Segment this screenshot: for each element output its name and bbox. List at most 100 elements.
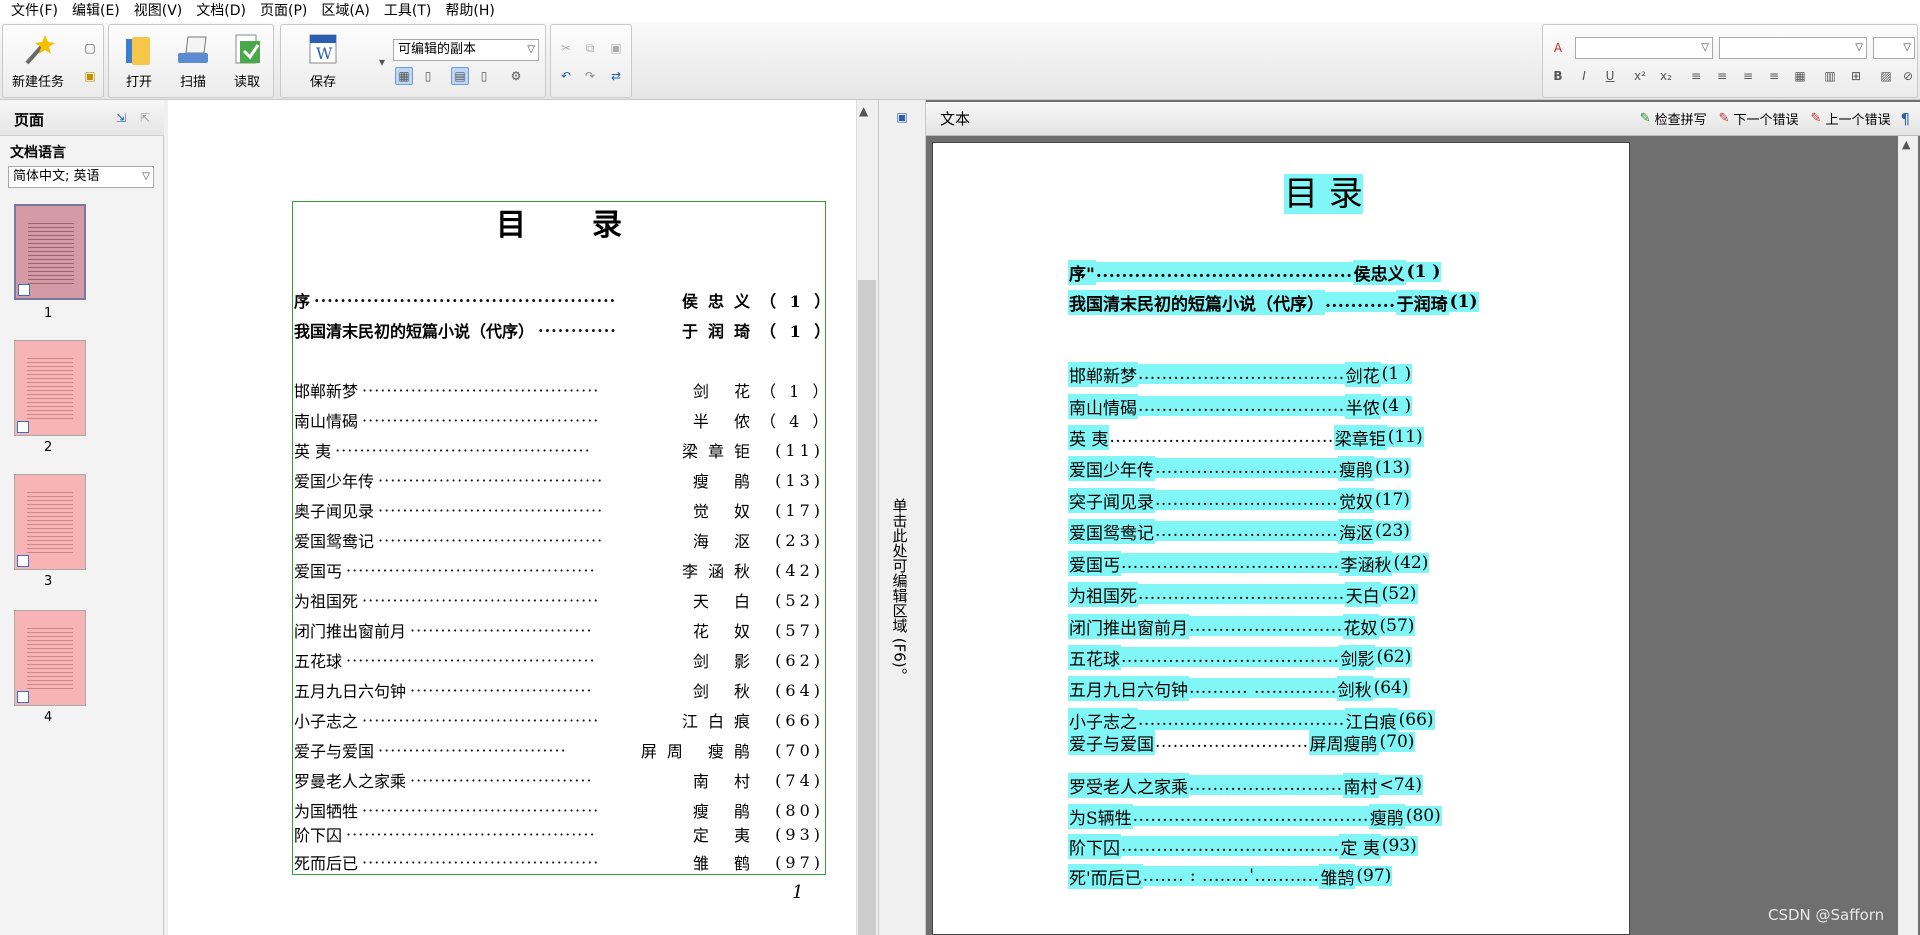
spellcheck-button[interactable]: 检查拼写 (1655, 109, 1707, 128)
style-select[interactable]: ▽ (1575, 37, 1713, 59)
text-toc-title: 突子闻见录 (1068, 487, 1155, 513)
underline-icon[interactable]: U (1601, 67, 1619, 85)
text-toc-row[interactable]: 爱国鸳鸯记............................... 海沤 (2… (1068, 518, 1411, 544)
paste-icon[interactable]: ▣ (607, 39, 625, 57)
menu-file[interactable]: 文件(F) (4, 0, 65, 22)
doc-language-select[interactable]: 简体中文; 英语 ▽ (8, 166, 154, 188)
menu-page[interactable]: 页面(P) (253, 0, 314, 22)
read-document-icon (230, 33, 264, 67)
text-toc-row[interactable]: 爱子与爱国.......................... 屏周瘦鹃 (70) (1068, 729, 1416, 755)
settings-icon[interactable]: ⚙ (507, 67, 525, 85)
align-justify-icon[interactable]: ≡ (1765, 67, 1783, 85)
scroll-up-icon[interactable]: ▲ (859, 104, 868, 118)
cut-icon[interactable]: ✂ (557, 39, 575, 57)
layout-flow-icon[interactable]: ▦ (395, 67, 413, 85)
scroll-up-icon[interactable]: ▲ (1902, 138, 1910, 151)
save-button[interactable]: W 保存 (291, 31, 355, 93)
text-toc-row[interactable]: 英 夷.....................................… (1068, 424, 1424, 450)
split-icon[interactable]: ⊞ (1847, 67, 1865, 85)
open-button[interactable]: 打开 (113, 31, 165, 93)
image-title-char-2: 录 (592, 208, 622, 243)
text-toc-row[interactable]: 闭门推出窗前月.......................... 花奴 (57) (1068, 613, 1416, 639)
subscript-icon[interactable]: x₂ (1657, 67, 1675, 85)
text-toc-row[interactable]: 五花球.....................................… (1068, 644, 1413, 670)
copy-icon[interactable]: ⧉ (581, 39, 599, 57)
text-toc-leader: ..................................... (1121, 647, 1340, 667)
replace-icon[interactable]: ⇄ (607, 67, 625, 85)
italic-icon[interactable]: I (1575, 67, 1593, 85)
pilcrow-icon[interactable]: ¶ (1900, 110, 1910, 128)
text-toc-row[interactable]: 五月九日六句钟.......... .............. 剑秋 (64) (1068, 675, 1410, 701)
text-toc-row[interactable]: 为祖国死................................... 天… (1068, 581, 1418, 607)
text-toc-page: (42) (1392, 553, 1430, 573)
text-toc-row[interactable]: 爱国丐.....................................… (1068, 550, 1430, 576)
menu-document[interactable]: 文档(D) (189, 0, 253, 22)
undo-icon[interactable]: ↶ (557, 67, 575, 85)
menu-tools[interactable]: 工具(T) (377, 0, 438, 22)
menu-area[interactable]: 区域(A) (314, 0, 377, 22)
text-toc-row[interactable]: 阶下囚.....................................… (1068, 833, 1418, 859)
image-toc-title: 我国清末民初的短篇小说（代序） (294, 322, 535, 341)
export-page-icon[interactable]: ⇲ (112, 109, 130, 127)
align-right-icon[interactable]: ≡ (1739, 67, 1757, 85)
text-toc-row[interactable]: 罗受老人之家乘.......................... 南村 <74) (1068, 772, 1424, 798)
table-icon[interactable]: ▦ (1791, 67, 1809, 85)
paste-doc-icon[interactable]: ▣ (81, 67, 99, 85)
image-toc-title: 罗曼老人之家乘 (294, 772, 407, 791)
text-toc-author: 剑花 (1344, 361, 1381, 387)
image-scrollbar-thumb[interactable] (858, 280, 876, 935)
text-doc-title: 目 录 (1284, 166, 1363, 215)
delete-page-icon[interactable]: ⇱ (136, 109, 154, 127)
text-toc-row[interactable]: 邯郸新梦................................... 剑… (1068, 361, 1413, 387)
layout-plain-icon[interactable]: ▯ (475, 67, 493, 85)
format-group: A ▽ ▽ ▽ B I U x² x₂ ≡ ≡ ≡ ≡ ▦ ▥ ⊞ ▨ ⊘ (1542, 24, 1918, 98)
align-left-icon[interactable]: ≡ (1687, 67, 1705, 85)
page-thumbnail-4[interactable] (14, 610, 86, 706)
prev-error-button[interactable]: 上一个错误 (1825, 109, 1890, 128)
scan-button[interactable]: 扫描 (167, 31, 219, 93)
image-toc-author: 觉 奴 (692, 502, 760, 521)
text-toc-row[interactable]: 突子闻见录............................... 觉奴 (1… (1068, 487, 1411, 513)
menu-edit[interactable]: 编辑(E) (65, 0, 127, 22)
page-thumbnail-1[interactable] (14, 204, 86, 300)
text-toc-row[interactable]: 为S辆牲....................................… (1068, 803, 1442, 829)
text-toc-row[interactable]: 小子志之................................... 江… (1068, 707, 1435, 733)
page-thumbnail-2[interactable] (14, 340, 86, 436)
superscript-icon[interactable]: x² (1631, 67, 1649, 85)
text-toc-row[interactable]: 南山情碣................................... 半… (1068, 393, 1413, 419)
redo-icon[interactable]: ↷ (581, 67, 599, 85)
copy-doc-icon[interactable]: ▢ (81, 39, 99, 57)
text-toc-row[interactable]: 序"......................................… (1068, 259, 1442, 285)
image-toc-row: 英 夷 ·····································… (294, 438, 824, 462)
text-toc-leader: .......................... (1189, 616, 1343, 636)
save-format-select[interactable]: 可编辑的副本 ▽ (393, 39, 539, 61)
bold-icon[interactable]: B (1549, 67, 1567, 85)
text-toc-leader: ..................................... (1121, 836, 1340, 856)
image-toc-leader: ········································… (335, 440, 591, 460)
text-toc-title: 罗受老人之家乘 (1068, 772, 1189, 798)
menu-view[interactable]: 视图(V) (127, 0, 190, 22)
new-task-button[interactable]: 新建任务 (5, 31, 71, 93)
zoom-toggle-icon[interactable]: ▣ (893, 108, 911, 126)
layout-page-icon[interactable]: ▯ (419, 67, 437, 85)
align-center-icon[interactable]: ≡ (1713, 67, 1731, 85)
read-button[interactable]: 读取 (221, 31, 273, 93)
columns-icon[interactable]: ▥ (1821, 67, 1839, 85)
text-scrollbar[interactable]: ▲ (1898, 136, 1918, 935)
image-toc-author: 定 夷 (692, 826, 760, 845)
page-thumbnail-3[interactable] (14, 474, 86, 570)
text-toc-row[interactable]: 我国清末民初的短篇小说（代序）........... 于润琦 (1) (1068, 289, 1479, 315)
font-select[interactable]: ▽ (1719, 37, 1867, 59)
text-toc-row[interactable]: 爱国少年传............................... 瘦鹃 (1… (1068, 455, 1411, 481)
edit-area-hint[interactable]: 单击此处可编辑区域 (F6)。 (880, 460, 920, 720)
save-dropdown-arrow-icon[interactable]: ▾ (373, 53, 391, 71)
font-size-select[interactable]: ▽ (1873, 37, 1915, 59)
menu-help[interactable]: 帮助(H) (438, 0, 501, 22)
text-toc-row[interactable]: 死'而后已....... : ........'........... 雏鹄 (97… (1068, 863, 1393, 889)
image-toc-title: 死而后已 (294, 854, 359, 873)
clear-format-icon[interactable]: ⊘ (1899, 67, 1917, 85)
font-style-icon[interactable]: A (1549, 39, 1567, 57)
picture-icon[interactable]: ▨ (1877, 67, 1895, 85)
layout-exact-icon[interactable]: ▤ (451, 67, 469, 85)
next-error-button[interactable]: 下一个错误 (1734, 109, 1799, 128)
